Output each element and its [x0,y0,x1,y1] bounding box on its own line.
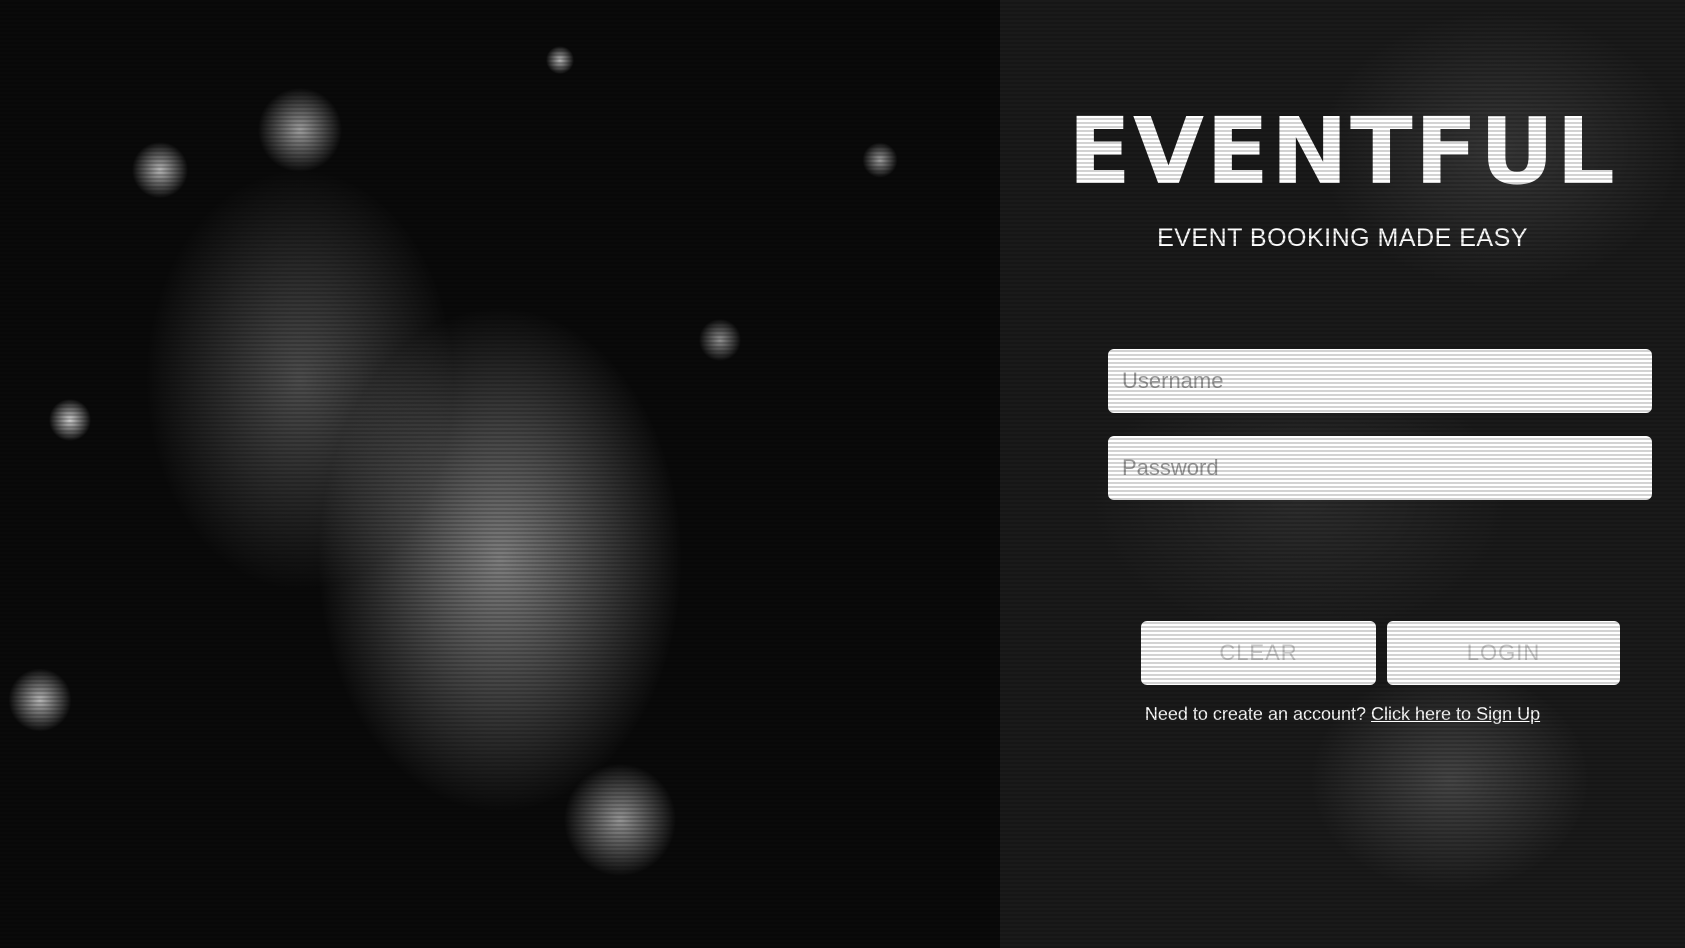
clear-button[interactable]: CLEAR [1141,621,1376,685]
password-input[interactable] [1108,436,1652,500]
app-logo-title: EVENTFUL [1068,98,1617,205]
login-page: EVENTFUL EVENT BOOKING MADE EASY CLEAR L… [0,0,1685,948]
concert-background-image [0,0,1000,948]
login-button[interactable]: LOGIN [1387,621,1620,685]
signup-prompt-text: Need to create an account? [1144,704,1372,724]
app-tagline: EVENT BOOKING MADE EASY [1157,224,1528,252]
signup-link[interactable]: Click here to Sign Up [1371,704,1540,724]
username-input[interactable] [1108,349,1652,413]
signup-prompt-row: Need to create an account? Click here to… [1000,704,1685,725]
